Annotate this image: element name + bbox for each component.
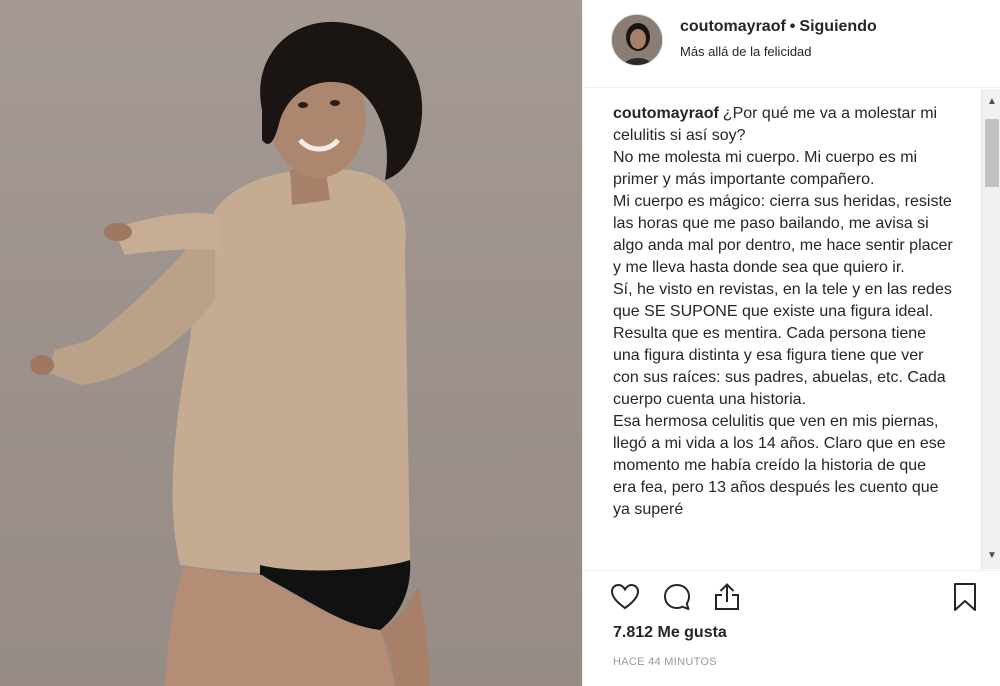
- caption-author-link[interactable]: coutomayraof: [613, 105, 719, 122]
- username-link[interactable]: coutomayraof: [680, 18, 786, 35]
- likes-count[interactable]: 7.812 Me gusta: [613, 624, 727, 642]
- caption-line: Esa hermosa celulitis que ven en mis pie…: [613, 413, 946, 518]
- caption-line: Sí, he visto en revistas, en la tele y e…: [613, 281, 952, 408]
- scroll-up-arrow-icon[interactable]: ▲: [982, 93, 1000, 111]
- comment-icon[interactable]: [661, 581, 693, 613]
- scroll-down-arrow-icon[interactable]: ▼: [982, 547, 1000, 565]
- post-header: coutomayraof • Siguiendo Más allá de la fe…: [583, 0, 1000, 88]
- caption-scrollbar[interactable]: ▲ ▼: [981, 89, 1000, 569]
- caption-line: Mi cuerpo es mágico: cierra sus heridas,…: [613, 193, 953, 276]
- separator-dot: •: [789, 18, 796, 35]
- share-icon[interactable]: [711, 581, 743, 613]
- action-bar: [583, 570, 1000, 620]
- avatar[interactable]: [611, 14, 663, 66]
- caption-area: coutomayraof ¿Por qué me va a molestar mi…: [583, 89, 1000, 569]
- post-author-line: coutomayraof • Siguiendo: [680, 18, 877, 36]
- post-timestamp[interactable]: HACE 44 MINUTOS: [613, 656, 717, 668]
- following-button[interactable]: Siguiendo: [799, 18, 876, 35]
- bookmark-icon[interactable]: [949, 581, 981, 613]
- scroll-thumb[interactable]: [985, 119, 999, 187]
- photo-illustration: [30, 21, 430, 686]
- post-photo[interactable]: [0, 0, 582, 686]
- caption: coutomayraof ¿Por qué me va a molestar mi…: [613, 103, 953, 521]
- caption-line: No me molesta mi cuerpo. Mi cuerpo es mi…: [613, 149, 918, 188]
- post-side-panel: coutomayraof • Siguiendo Más allá de la fe…: [582, 0, 1000, 686]
- location-link[interactable]: Más allá de la felicidad: [680, 44, 812, 59]
- heart-icon[interactable]: [609, 581, 641, 613]
